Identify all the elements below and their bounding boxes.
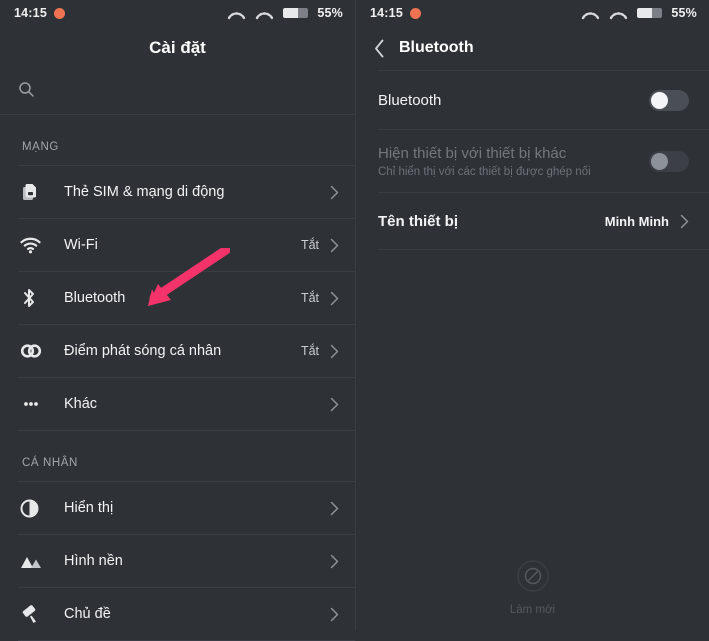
sidebar-item-label: Thẻ SIM & mạng di động (64, 184, 225, 200)
visibility-row: Hiện thiết bị với thiết bị khác Chỉ hiển… (356, 130, 709, 192)
sim-card-icon (20, 182, 50, 202)
sidebar-item-theme[interactable]: Chủ đề (0, 588, 355, 640)
status-bar-clock: 14:15 (370, 6, 403, 20)
row-texts: Tên thiết bị (378, 213, 458, 230)
row-value: Tắt (300, 291, 319, 305)
sidebar-item-label: Hình nền (64, 553, 123, 569)
bluetooth-icon (20, 287, 50, 309)
bluetooth-toggle-row[interactable]: Bluetooth (356, 71, 709, 129)
bluetooth-toggle[interactable] (649, 89, 689, 111)
hotspot-icon (20, 342, 50, 360)
signal-arc-icon (255, 7, 274, 20)
battery-icon (637, 8, 663, 18)
sidebar-item-more[interactable]: Khác (0, 378, 355, 430)
wifi-icon (20, 237, 50, 254)
row-trailing (649, 150, 689, 172)
sidebar-item-label: Hiển thị (64, 500, 114, 516)
group-label-personal: CÁ NHÂN (22, 457, 78, 469)
search-icon (18, 81, 35, 103)
battery-percent: 55% (317, 6, 343, 20)
more-dots-icon (20, 398, 50, 410)
status-bar-indicators: 55% (581, 6, 697, 20)
back-button[interactable] (374, 39, 385, 58)
sidebar-item-hotspot[interactable]: Điểm phát sóng cá nhân Tắt (0, 325, 355, 377)
row-trailing (319, 501, 339, 516)
visibility-sublabel: Chỉ hiển thị với các thiết bị được ghép … (378, 165, 591, 178)
row-value: Tắt (300, 238, 319, 252)
sidebar-item-sim[interactable]: Thẻ SIM & mạng di động (0, 166, 355, 218)
settings-pane: 14:15 55% Cài đặt MẠNG Thẻ SIM & mạng di… (0, 0, 355, 641)
status-bar-clock: 14:15 (14, 6, 47, 20)
visibility-label: Hiện thiết bị với thiết bị khác (378, 144, 567, 162)
row-trailing: Minh Minh (605, 214, 689, 229)
row-trailing (319, 554, 339, 569)
row-trailing (649, 89, 689, 111)
device-name-row[interactable]: Tên thiết bị Minh Minh (356, 193, 709, 249)
bluetooth-pane: 14:15 55% Bluetooth Bluetooth Hiện thiết… (355, 0, 709, 630)
battery-icon (283, 8, 309, 18)
chevron-right-icon (330, 397, 339, 412)
divider (378, 249, 709, 250)
signal-arc-icon (227, 7, 246, 20)
sidebar-item-label: Chủ đề (64, 606, 111, 622)
theme-roller-icon (20, 604, 50, 624)
sidebar-item-display[interactable]: Hiển thị (0, 482, 355, 534)
sidebar-item-wallpaper[interactable]: Hình nền (0, 535, 355, 587)
wallpaper-icon (20, 554, 50, 569)
status-bar-right: 14:15 55% (356, 0, 709, 26)
bluetooth-toggle-label: Bluetooth (378, 91, 442, 109)
search-input[interactable] (0, 70, 355, 114)
chevron-right-icon (330, 238, 339, 253)
bluetooth-header: Bluetooth (356, 26, 709, 70)
sidebar-item-label: Điểm phát sóng cá nhân (64, 343, 222, 359)
refresh-icon (516, 559, 550, 598)
row-trailing (319, 397, 339, 412)
sidebar-item-bluetooth[interactable]: Bluetooth Tắt (0, 272, 355, 324)
signal-arc-icon (609, 7, 628, 20)
visibility-toggle[interactable] (649, 150, 689, 172)
device-name-value: Minh Minh (604, 213, 669, 229)
chevron-right-icon (330, 554, 339, 569)
bluetooth-title: Bluetooth (399, 39, 474, 56)
row-texts: Bluetooth (378, 92, 441, 109)
device-name-label: Tên thiết bị (378, 212, 458, 230)
orange-dot-icon (53, 7, 65, 19)
chevron-right-icon (330, 344, 339, 359)
row-value: Tắt (300, 344, 319, 358)
chevron-right-icon (330, 501, 339, 516)
sidebar-item-label: Bluetooth (64, 290, 126, 306)
refresh-label: Làm mới (509, 604, 556, 616)
chevron-left-icon (375, 39, 384, 57)
chevron-right-icon (680, 214, 689, 229)
phone-screenshot: 14:15 55% Cài đặt MẠNG Thẻ SIM & mạng di… (0, 0, 709, 641)
status-bar-left: 14:15 55% (0, 0, 355, 26)
row-trailing: Tắt (301, 291, 339, 306)
signal-arc-icon (581, 7, 600, 20)
chevron-right-icon (330, 291, 339, 306)
status-bar-indicators: 55% (227, 6, 343, 20)
group-label-network: MẠNG (22, 141, 59, 153)
row-texts: Hiện thiết bị với thiết bị khác Chỉ hiển… (378, 145, 591, 178)
sidebar-item-wifi[interactable]: Wi-Fi Tắt (0, 219, 355, 271)
chevron-right-icon (330, 607, 339, 622)
sidebar-item-label: Khác (64, 396, 98, 412)
toggle-knob (651, 91, 668, 109)
row-trailing (319, 185, 339, 200)
row-trailing: Tắt (301, 344, 339, 359)
row-trailing (319, 607, 339, 622)
orange-dot-icon (409, 7, 421, 19)
chevron-right-icon (330, 185, 339, 200)
refresh-button[interactable]: Làm mới (356, 559, 709, 616)
toggle-knob (651, 152, 668, 170)
battery-percent: 55% (671, 6, 697, 20)
page-title: Cài đặt (149, 38, 206, 57)
row-trailing: Tắt (301, 238, 339, 253)
sidebar-item-label: Wi-Fi (64, 237, 98, 253)
display-contrast-icon (20, 499, 50, 518)
